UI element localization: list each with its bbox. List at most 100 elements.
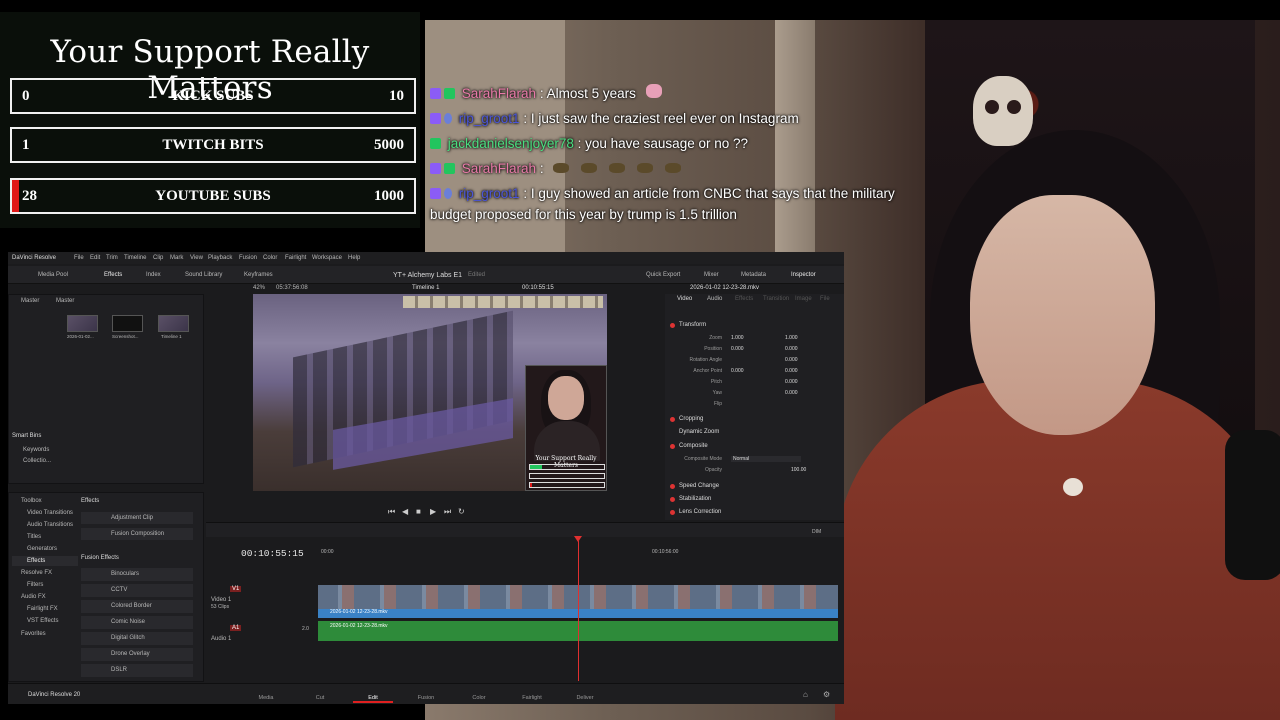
tree-item[interactable]: Generators (27, 546, 57, 552)
tab-file[interactable]: File (820, 296, 830, 302)
playhead[interactable] (574, 536, 582, 681)
tree-item[interactable]: Filters (27, 582, 43, 588)
a1-track-label[interactable]: A1 (230, 625, 242, 631)
home-icon[interactable]: ⌂ (803, 690, 808, 699)
pip-face (548, 376, 584, 420)
fusion-effect-item[interactable]: Comic Noise (81, 616, 193, 629)
emote-icon (553, 163, 570, 173)
section-enabled-dot[interactable] (670, 510, 675, 515)
tree-item[interactable]: Audio Transitions (27, 522, 73, 528)
v1-track-label[interactable]: V1 (230, 586, 242, 592)
menu-item[interactable]: Color (263, 255, 277, 261)
media-thumbnail[interactable] (67, 315, 98, 332)
dim-button[interactable]: DIM (812, 529, 821, 535)
tree-item[interactable]: Toolbox (21, 498, 42, 504)
inspector-button[interactable]: Inspector (791, 272, 816, 278)
page-media[interactable]: Media (246, 695, 286, 701)
skip-forward-icon[interactable]: ⏭ (444, 507, 451, 517)
menu-item[interactable]: Help (348, 255, 360, 261)
cropping-section[interactable]: Cropping (679, 416, 703, 422)
loop-icon[interactable]: ↻ (458, 507, 465, 516)
tab-audio[interactable]: Audio (707, 296, 722, 302)
dynamic-zoom-section[interactable]: Dynamic Zoom (679, 429, 719, 435)
menu-item[interactable]: Fairlight (285, 255, 306, 261)
menu-item[interactable]: Timeline (124, 255, 146, 261)
transform-section[interactable]: Transform (679, 322, 706, 328)
menu-item[interactable]: Trim (106, 255, 118, 261)
fusion-effect-item[interactable]: CCTV (81, 584, 193, 597)
page-deliver[interactable]: Deliver (565, 695, 605, 701)
lens-correction-section[interactable]: Lens Correction (679, 509, 721, 515)
timeline-selector[interactable]: Timeline 1 (412, 285, 439, 291)
tab-image[interactable]: Image (795, 296, 812, 302)
index-button[interactable]: Index (146, 272, 161, 278)
metadata-button[interactable]: Metadata (741, 272, 766, 278)
media-pool-button[interactable]: Media Pool (38, 272, 68, 278)
tree-item[interactable]: Audio FX (21, 594, 46, 600)
media-thumbnail[interactable] (158, 315, 189, 332)
page-fairlight[interactable]: Fairlight (512, 695, 552, 701)
tree-item[interactable]: Resolve FX (21, 570, 52, 576)
menu-item[interactable]: Fusion (239, 255, 257, 261)
skip-back-icon[interactable]: ⏮ (388, 507, 395, 517)
gear-icon[interactable]: ⚙ (823, 690, 830, 699)
tree-item[interactable]: Favorites (21, 631, 46, 637)
tree-item-selected[interactable]: Effects (12, 556, 78, 566)
page-fusion[interactable]: Fusion (406, 695, 446, 701)
effect-item[interactable]: Fusion Composition (81, 528, 193, 540)
play-reverse-icon[interactable]: ◀ (402, 507, 408, 516)
section-enabled-dot[interactable] (670, 484, 675, 489)
emote-icon (665, 163, 682, 173)
page-edit[interactable]: Edit (353, 695, 393, 703)
stop-icon[interactable]: ■ (416, 507, 421, 516)
tree-item[interactable]: Video Transitions (27, 510, 73, 516)
bin-master-current[interactable]: Master (56, 298, 74, 304)
mixer-button[interactable]: Mixer (704, 272, 719, 278)
tab-video[interactable]: Video (677, 296, 692, 302)
section-enabled-dot[interactable] (670, 497, 675, 502)
tab-effects[interactable]: Effects (735, 296, 753, 302)
page-cut[interactable]: Cut (300, 695, 340, 701)
play-icon[interactable]: ▶ (430, 507, 436, 516)
pip-goal-bar (529, 482, 605, 488)
keyframes-button[interactable]: Keyframes (244, 272, 273, 278)
fusion-effect-item[interactable]: Drone Overlay (81, 648, 193, 661)
speed-change-section[interactable]: Speed Change (679, 483, 719, 489)
section-enabled-dot[interactable] (670, 444, 675, 449)
menu-item[interactable]: Mark (170, 255, 183, 261)
chat-username: rip_groot1 (458, 186, 520, 201)
viewer-zoom[interactable]: 42% (253, 285, 265, 291)
menu-item[interactable]: View (190, 255, 203, 261)
chat-text: Almost 5 years (546, 86, 636, 101)
composite-section[interactable]: Composite (679, 443, 708, 449)
page-color[interactable]: Color (459, 695, 499, 701)
menu-item[interactable]: Workspace (312, 255, 342, 261)
thumbnail-label: 2026-01-02... (67, 334, 94, 339)
menu-item[interactable]: Playback (208, 255, 232, 261)
sound-library-button[interactable]: Sound Library (185, 272, 222, 278)
tree-item[interactable]: Fairlight FX (27, 606, 58, 612)
tree-item[interactable]: VST Effects (27, 618, 58, 624)
effects-library-panel: Toolbox Video Transitions Audio Transiti… (8, 492, 204, 682)
smart-bin-item[interactable]: Collectio... (23, 458, 51, 464)
bin-master[interactable]: Master (21, 298, 39, 304)
fusion-effect-item[interactable]: Binoculars (81, 568, 193, 581)
quick-export-button[interactable]: Quick Export (646, 272, 680, 278)
fusion-effect-item[interactable]: DSLR (81, 664, 193, 677)
composite-mode-select[interactable]: Normal (731, 456, 801, 462)
menu-item[interactable]: File (74, 255, 84, 261)
menu-item[interactable]: Clip (153, 255, 163, 261)
media-thumbnail[interactable] (112, 315, 143, 332)
fusion-effect-item[interactable]: Colored Border (81, 600, 193, 613)
title-bar: DaVinci Resolve File Edit Trim Timeline … (8, 252, 844, 264)
effects-button[interactable]: Effects (104, 272, 122, 278)
tree-item[interactable]: Titles (27, 534, 41, 540)
menu-item[interactable]: Edit (90, 255, 100, 261)
section-enabled-dot[interactable] (670, 323, 675, 328)
stabilization-section[interactable]: Stabilization (679, 496, 711, 502)
effect-item[interactable]: Adjustment Clip (81, 512, 193, 524)
smart-bin-item[interactable]: Keywords (23, 447, 49, 453)
tab-transition[interactable]: Transition (763, 296, 789, 302)
fusion-effect-item[interactable]: Digital Glitch (81, 632, 193, 645)
section-enabled-dot[interactable] (670, 417, 675, 422)
